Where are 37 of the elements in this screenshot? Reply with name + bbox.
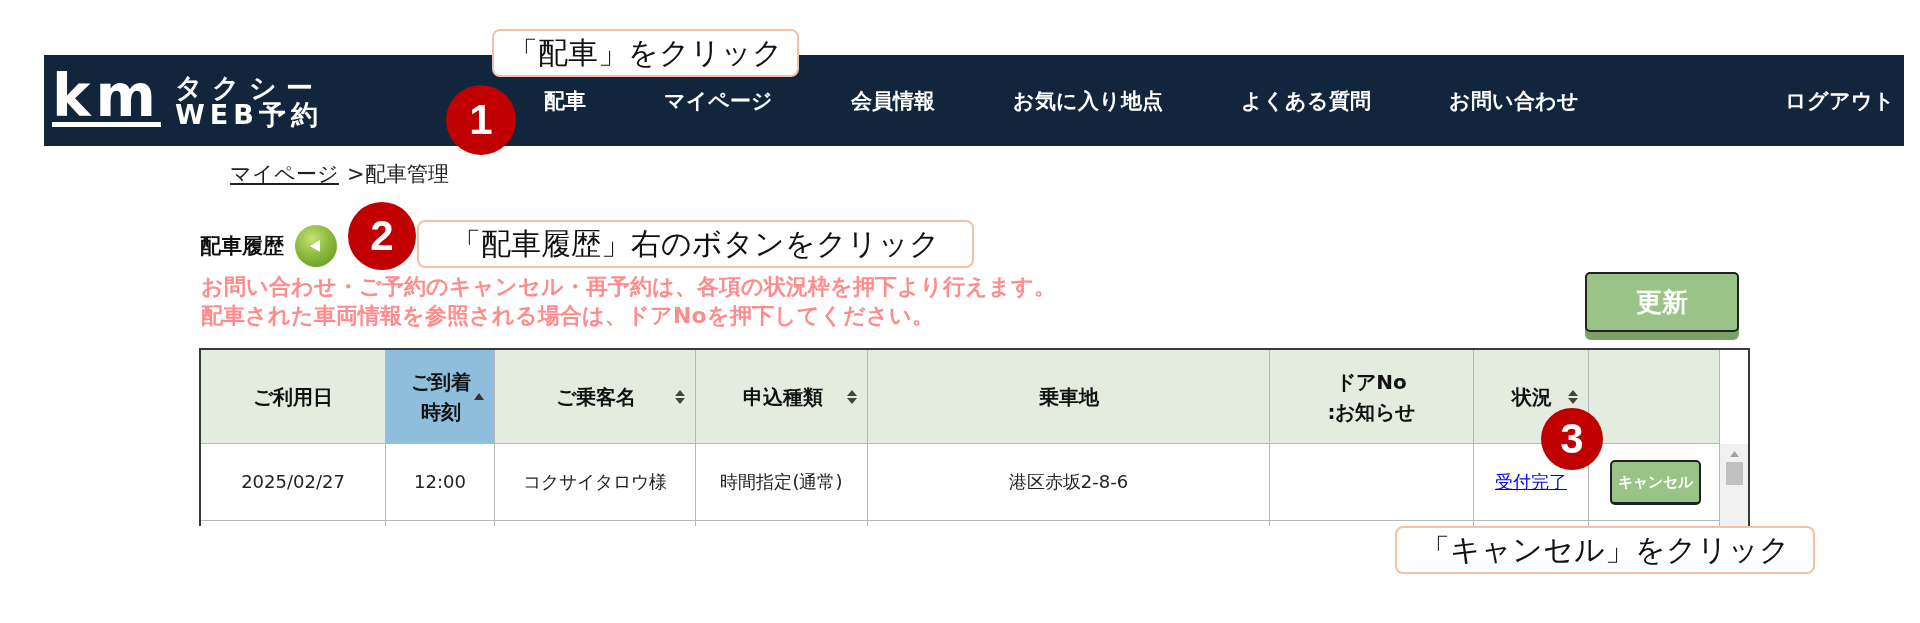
logout-link[interactable]: ログアウト [1785,86,1895,115]
sort-up-icon [474,393,484,400]
breadcrumb-link[interactable]: マイページ [230,160,339,188]
breadcrumb-current: >配車管理 [347,161,449,188]
instruction-callout: 「配車」をクリック [492,29,799,77]
column-header[interactable]: ご到着時刻 [386,350,495,444]
logo-text: タクシー WEB予約 [175,73,323,128]
nav-link[interactable]: 会員情報 [851,86,935,115]
scrollbar[interactable] [1720,444,1748,526]
table-cell: 2025/02/27 [201,444,386,521]
table-cell: コクサイタロウ様 [495,444,696,521]
column-header[interactable]: ご乗客名 [495,350,696,444]
instruction-callout: 「キャンセル」をクリック [1395,526,1815,574]
step-marker: 2 [348,202,416,270]
left-triangle-icon [309,240,320,252]
section-title: 配車履歴 [200,233,284,260]
column-header[interactable]: 申込種類 [696,350,868,444]
up-triangle-icon [1729,451,1739,457]
nav-link[interactable]: お気に入り地点 [1013,86,1163,115]
column-header: ドアNo :お知らせ [1270,350,1474,444]
instruction-callout: 「配車履歴」右のボタンをクリック [417,220,974,268]
back-button[interactable] [295,225,337,267]
table-cell: 12:00 [386,444,495,521]
nav-link[interactable]: お問い合わせ [1449,86,1579,115]
sort-icon [1568,389,1578,404]
notice-text: お問い合わせ・ご予約のキャンセル・再予約は、各項の状況枠を押下より行えます。 [201,273,1056,301]
table-cell: 港区赤坂2-8-6 [868,444,1270,521]
scrollbar-thumb[interactable] [1725,462,1743,485]
sort-icon [847,389,857,404]
sort-icon [675,389,685,404]
status-link[interactable]: 受付完了 [1495,470,1567,494]
nav-link[interactable]: よくある質問 [1241,86,1371,115]
nav-link[interactable]: 配車 [544,86,586,115]
nav-link[interactable]: マイページ [664,86,773,115]
table-cell: 時間指定(通常) [696,444,868,521]
notice-text: 配車された車両情報を参照される場合は、ドアNoを押下してください。 [201,302,935,330]
column-header: 乗車地 [868,350,1270,444]
